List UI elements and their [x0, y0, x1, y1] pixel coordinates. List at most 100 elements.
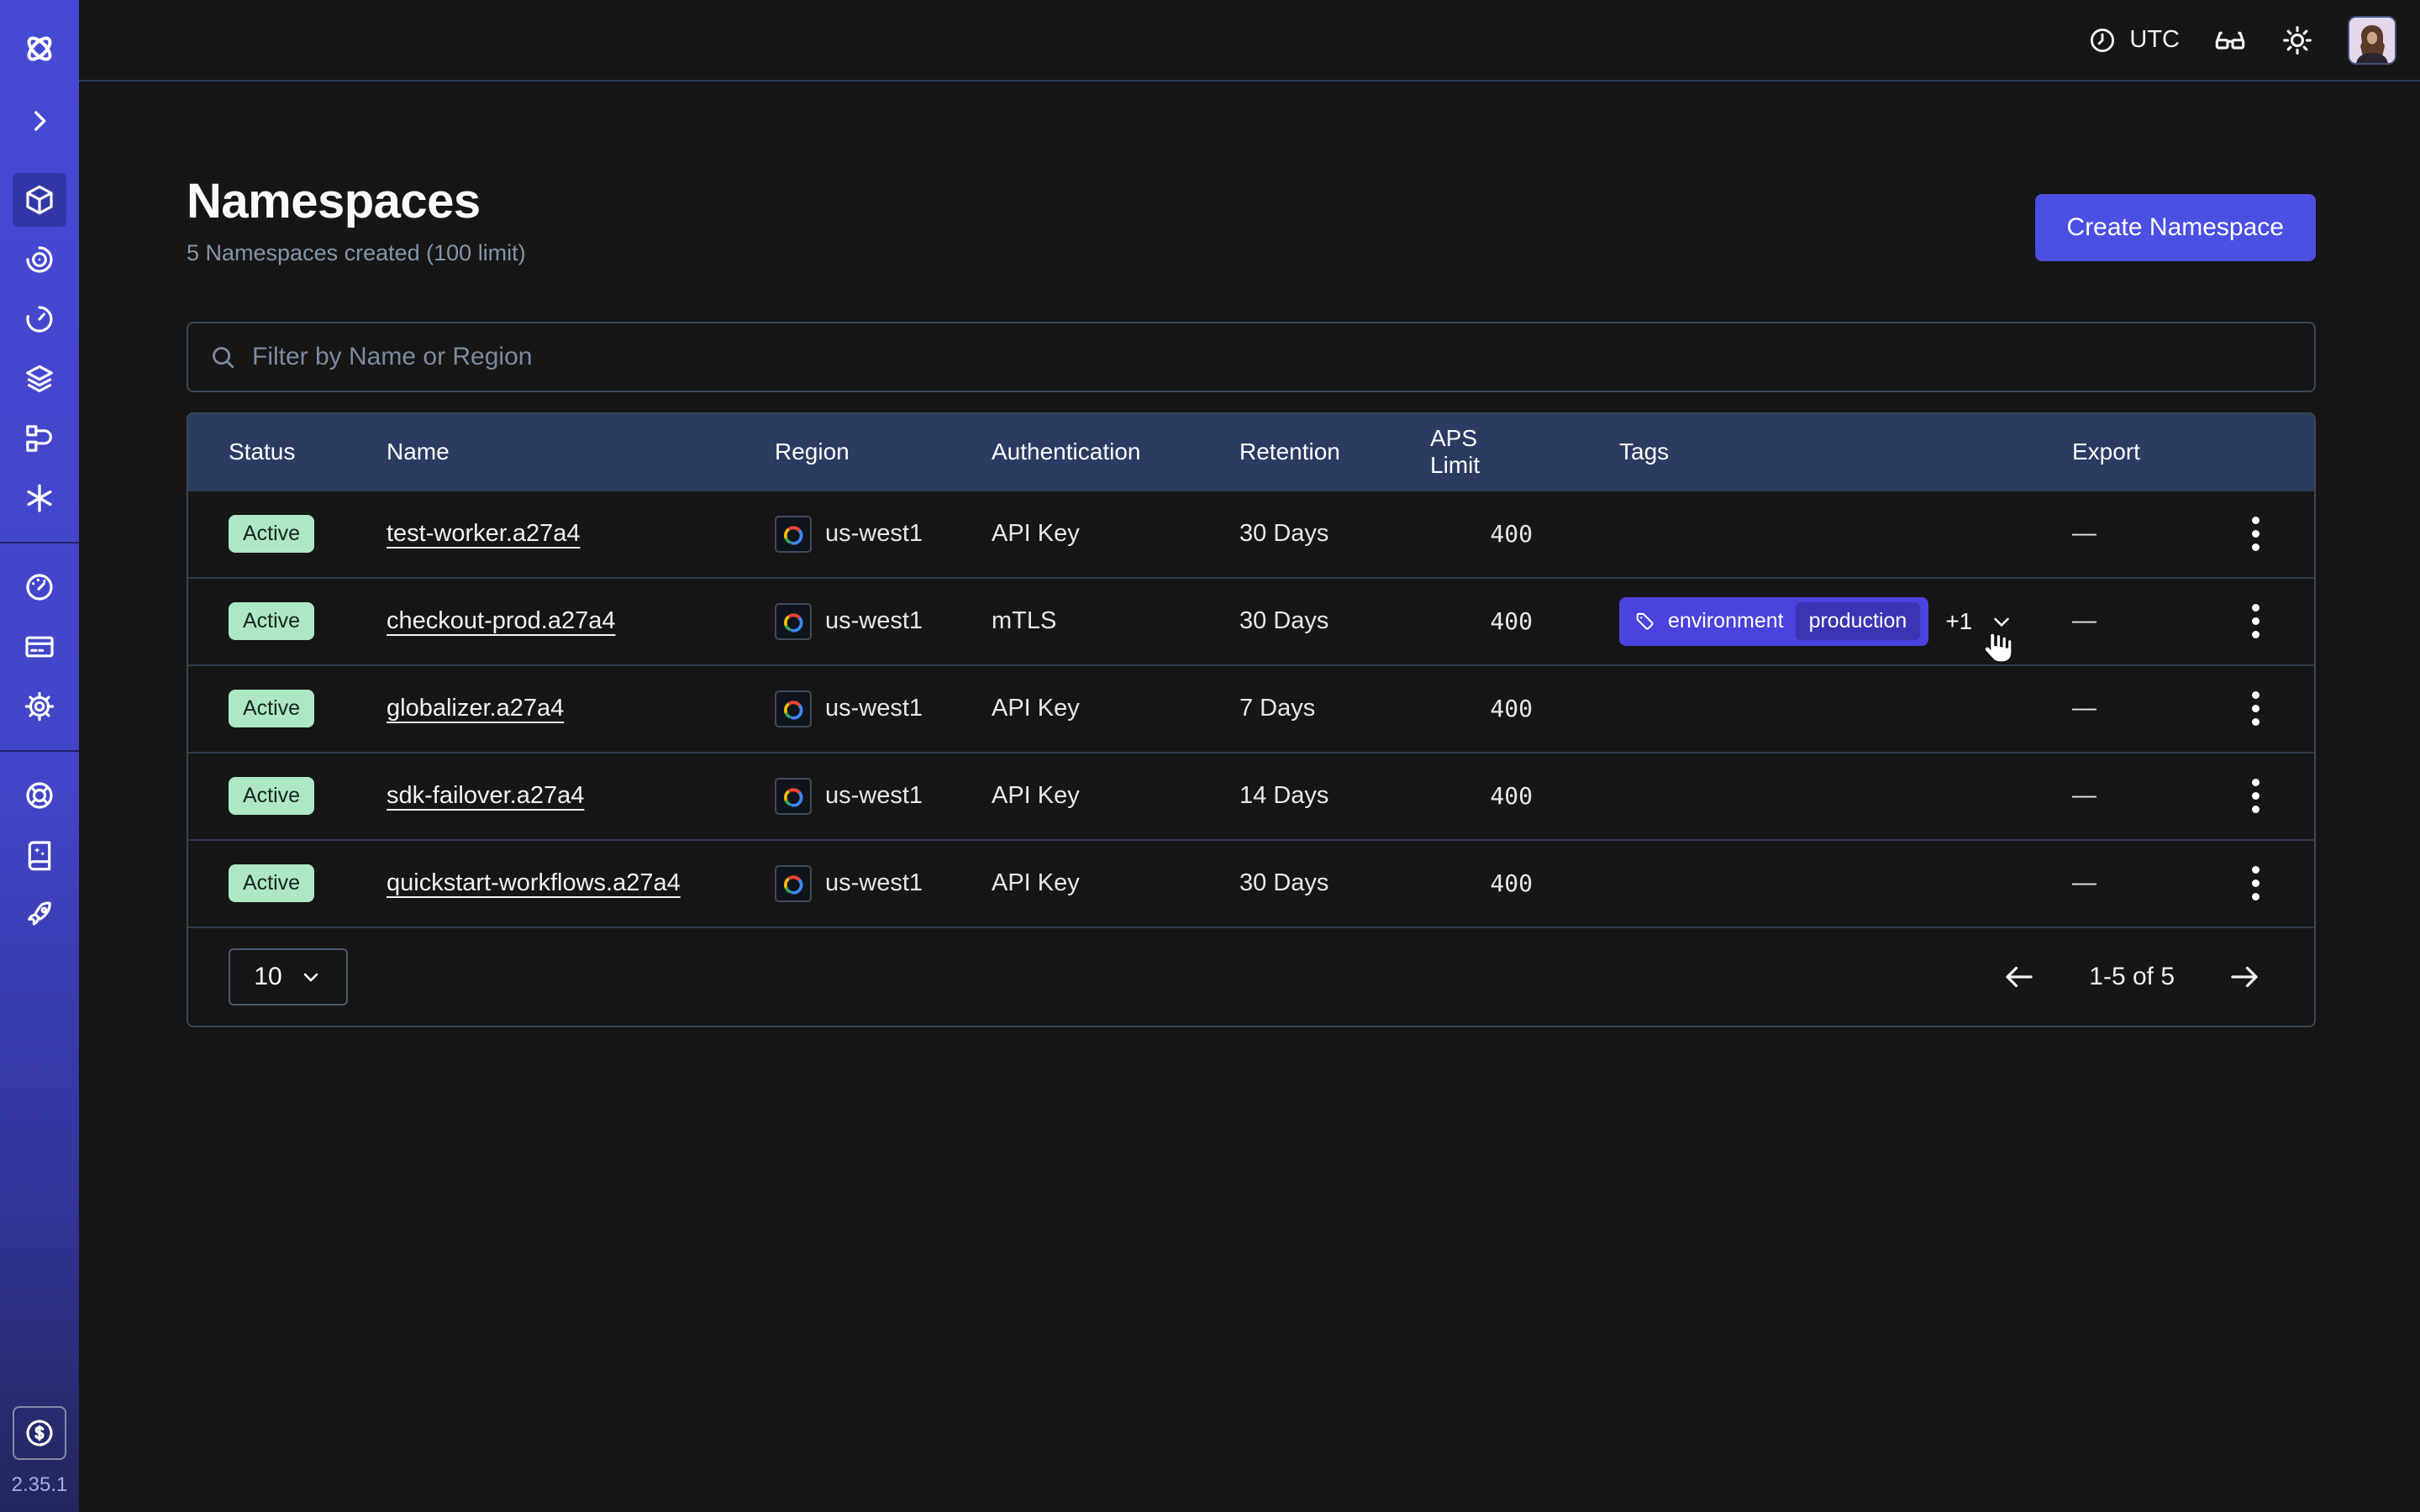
- kebab-menu-button[interactable]: [2245, 685, 2266, 732]
- sidebar-item-settings[interactable]: [13, 680, 66, 733]
- timezone-label: UTC: [2129, 26, 2180, 54]
- name-cell: checkout-prod.a27a4: [387, 607, 775, 635]
- status-badge: Active: [229, 602, 314, 640]
- namespace-link[interactable]: test-worker.a27a4: [387, 520, 581, 548]
- namespace-link[interactable]: sdk-failover.a27a4: [387, 782, 584, 810]
- sidebar-item-nexus[interactable]: [13, 471, 66, 525]
- aps-limit-cell: 400: [1430, 782, 1619, 810]
- tag-key: environment: [1668, 609, 1784, 633]
- authentication-cell: API Key: [992, 520, 1239, 548]
- gcp-cloud-icon: [775, 865, 812, 902]
- schedules-timer-icon: [23, 302, 56, 336]
- status-badge: Active: [229, 864, 314, 902]
- glasses-icon: [2213, 24, 2247, 57]
- tag-pill[interactable]: environment production: [1619, 597, 1928, 646]
- kebab-menu-button[interactable]: [2245, 597, 2266, 645]
- actions-cell: [2196, 859, 2314, 907]
- kebab-menu-button[interactable]: [2245, 772, 2266, 820]
- workflows-spiral-icon: [23, 243, 56, 276]
- actions-cell: [2196, 772, 2314, 820]
- authentication-cell: API Key: [992, 695, 1239, 722]
- region-label: us-west1: [825, 695, 923, 722]
- page-size-select[interactable]: 10: [229, 948, 348, 1005]
- docs-book-icon: [23, 838, 56, 872]
- batch-branch-icon: [23, 422, 56, 455]
- sidebar-item-workflows[interactable]: [13, 233, 66, 286]
- pricing-button[interactable]: [13, 1406, 66, 1460]
- namespaces-cube-icon: [23, 183, 56, 217]
- theme-toggle-button[interactable]: [2281, 24, 2314, 57]
- table-header-row: Status Name Region Authentication Retent…: [188, 414, 2314, 490]
- aps-limit-cell: 400: [1430, 520, 1619, 548]
- pricing-dollar-badge-icon: [23, 1416, 56, 1450]
- page-title: Namespaces: [187, 174, 526, 230]
- region-cell: us-west1: [775, 865, 992, 902]
- sidebar-item-namespaces[interactable]: [13, 173, 66, 227]
- content-area: Namespaces 5 Namespaces created (100 lim…: [79, 81, 2420, 1027]
- region-label: us-west1: [825, 520, 923, 548]
- sidebar-item-support[interactable]: [13, 769, 66, 822]
- usage-gauge-icon: [23, 570, 56, 604]
- chevron-down-icon[interactable]: [1989, 609, 2014, 634]
- column-header-status[interactable]: Status: [188, 438, 387, 465]
- billing-card-icon: [23, 630, 56, 664]
- table-row: Active sdk-failover.a27a4 us-west1 API K…: [188, 752, 2314, 839]
- sidebar-item-deployments[interactable]: [13, 352, 66, 406]
- page-size-value: 10: [254, 963, 281, 991]
- labs-toggle-button[interactable]: [2213, 24, 2247, 57]
- namespace-link[interactable]: checkout-prod.a27a4: [387, 607, 615, 635]
- authentication-cell: API Key: [992, 782, 1239, 810]
- column-header-aps-limit[interactable]: APS Limit: [1430, 425, 1619, 479]
- column-header-authentication[interactable]: Authentication: [992, 438, 1239, 465]
- aps-limit-cell: 400: [1430, 695, 1619, 722]
- export-cell: —: [2072, 607, 2196, 635]
- gcp-cloud-icon: [775, 778, 812, 815]
- filter-bar: [187, 322, 2316, 392]
- sidebar-item-usage[interactable]: [13, 560, 66, 614]
- sidebar-item-billing[interactable]: [13, 620, 66, 674]
- namespace-link[interactable]: globalizer.a27a4: [387, 695, 564, 722]
- column-header-retention[interactable]: Retention: [1239, 438, 1430, 465]
- sidebar-item-docs[interactable]: [13, 828, 66, 882]
- region-label: us-west1: [825, 782, 923, 810]
- status-cell: Active: [188, 690, 387, 727]
- column-header-export[interactable]: Export: [2072, 438, 2196, 465]
- retention-cell: 14 Days: [1239, 782, 1430, 810]
- gcp-cloud-icon: [775, 516, 812, 553]
- aps-limit-cell: 400: [1430, 607, 1619, 635]
- app-version: 2.35.1: [12, 1473, 68, 1497]
- table-row: Active test-worker.a27a4 us-west1 API Ke…: [188, 490, 2314, 577]
- user-avatar[interactable]: [2348, 16, 2396, 65]
- sidebar-item-schedules[interactable]: [13, 292, 66, 346]
- authentication-cell: API Key: [992, 869, 1239, 897]
- sidebar-divider: [0, 542, 79, 543]
- tag-group: environment production +1: [1619, 597, 2014, 646]
- column-header-region[interactable]: Region: [775, 438, 992, 465]
- column-header-name[interactable]: Name: [387, 438, 775, 465]
- column-header-tags[interactable]: Tags: [1619, 438, 2072, 465]
- timezone-selector[interactable]: UTC: [2087, 25, 2180, 55]
- filter-input[interactable]: [252, 343, 2294, 371]
- support-lifebuoy-icon: [23, 779, 56, 812]
- kebab-menu-button[interactable]: [2245, 859, 2266, 907]
- status-cell: Active: [188, 602, 387, 640]
- namespace-link[interactable]: quickstart-workflows.a27a4: [387, 869, 681, 897]
- retention-cell: 30 Days: [1239, 869, 1430, 897]
- getting-started-rocket-icon: [23, 898, 56, 932]
- kebab-menu-button[interactable]: [2245, 510, 2266, 558]
- chevron-down-icon: [299, 965, 323, 989]
- name-cell: test-worker.a27a4: [387, 520, 775, 548]
- previous-page-button[interactable]: [2002, 959, 2037, 995]
- sidebar-item-batch-operations[interactable]: [13, 412, 66, 465]
- table-row: Active checkout-prod.a27a4 us-west1 mTLS…: [188, 577, 2314, 664]
- sidebar-expand-button[interactable]: [13, 94, 66, 148]
- sidebar-item-getting-started[interactable]: [13, 888, 66, 942]
- next-page-button[interactable]: [2227, 959, 2262, 995]
- pagination-range: 1-5 of 5: [2089, 963, 2175, 991]
- temporal-logo[interactable]: [13, 22, 66, 76]
- create-namespace-button[interactable]: Create Namespace: [2035, 194, 2316, 261]
- tag-icon: [1634, 611, 1656, 633]
- status-badge: Active: [229, 777, 314, 815]
- retention-cell: 7 Days: [1239, 695, 1430, 722]
- status-cell: Active: [188, 515, 387, 553]
